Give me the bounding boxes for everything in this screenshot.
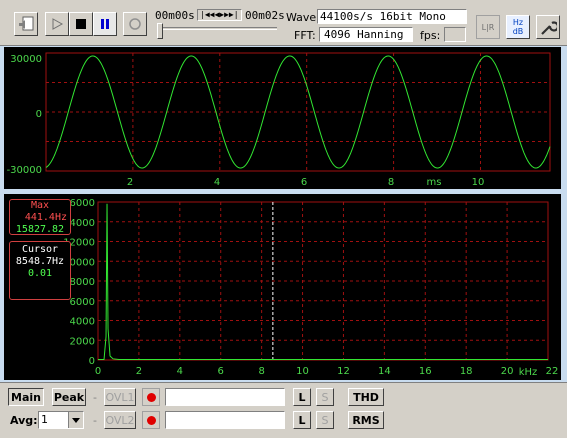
fft-xtick-16: 16: [419, 366, 432, 377]
max-title: Max: [30, 200, 50, 211]
s-button-2[interactable]: S: [316, 411, 334, 429]
cursor-title: Cursor: [21, 244, 59, 255]
fft-ytick-4000: 4000: [70, 317, 95, 328]
waveform-grid: [46, 53, 550, 171]
fft-xtick-12: 12: [337, 366, 350, 377]
time-end: 00m02s: [245, 9, 285, 22]
channel-lr-button[interactable]: L|R: [476, 15, 500, 39]
overlay-field-2[interactable]: [165, 411, 285, 429]
wave-xtick-8: 8: [388, 177, 394, 188]
thd-button[interactable]: THD: [348, 388, 384, 406]
l-button-2[interactable]: L: [293, 411, 311, 429]
fft-xtick-18: 18: [460, 366, 473, 377]
spectrum-plot: 1600014000120001000080006000400020000 02…: [63, 198, 559, 378]
dash-separator-1: -: [93, 391, 97, 404]
lr-icon: L|R: [481, 22, 495, 32]
cursor-frequency: 8548.7Hz: [15, 256, 65, 267]
cursor-readout: Cursor 8548.7Hz 0.01: [9, 241, 71, 300]
peak-button[interactable]: Peak: [52, 388, 86, 406]
wave-ytick-30000: 30000: [10, 54, 42, 65]
chevron-down-icon[interactable]: [68, 412, 83, 428]
stop-button[interactable]: [69, 12, 93, 36]
fft-ytick-6000: 6000: [70, 297, 95, 308]
spectrum-x-axis: 0 2 4 6 8 10 12 14 16 18 20 22: [95, 366, 559, 377]
tools-button[interactable]: [536, 15, 560, 39]
wave-xtick-6: 6: [301, 177, 307, 188]
spectrum-grid: [98, 202, 548, 360]
play-icon: [52, 18, 64, 30]
fft-xtick-14: 14: [378, 366, 391, 377]
waveform-plot: 30000 0 -30000 2 4 6 8 ms 10: [7, 52, 551, 188]
rms-button[interactable]: RMS: [348, 411, 384, 429]
position-slider-thumb[interactable]: [157, 23, 163, 39]
seek-buttons[interactable]: |◀◀◀▶▶▶|: [197, 9, 242, 21]
loop-icon: [129, 18, 141, 30]
pause-icon: [101, 19, 109, 29]
fft-xtick-22: 22: [546, 366, 559, 377]
wave-ytick-0: 0: [36, 109, 42, 120]
fft-x-unit: kHz: [519, 367, 538, 378]
cursor-value: 0.01: [27, 268, 53, 279]
hz-label: Hz: [512, 18, 524, 27]
overlay-field-1[interactable]: [165, 388, 285, 406]
wave-label: Wave:: [286, 11, 320, 24]
fft-ytick-8000: 8000: [70, 277, 95, 288]
fft-xtick-10: 10: [296, 366, 309, 377]
wave-ytick-minus30000: -30000: [7, 165, 42, 176]
file-sound-icon: [19, 16, 34, 31]
fft-format-field: 4096 Hanning: [319, 27, 413, 42]
time-start: 00m00s: [155, 9, 195, 22]
wrench-icon: [541, 21, 557, 35]
wave-format-field: 44100s/s 16bit Mono: [317, 9, 467, 24]
max-value: 15827.82: [15, 224, 65, 235]
spectrum-scope[interactable]: 16000 14000 12000 10000 8000 6000 4000 2000 0 02…: [4, 194, 561, 380]
l-button-1[interactable]: L: [293, 388, 311, 406]
fft-xtick-2: 2: [136, 366, 142, 377]
ovl2-button[interactable]: OVL2: [104, 411, 136, 429]
fft-xtick-20: 20: [501, 366, 514, 377]
fft-xtick-4: 4: [177, 366, 183, 377]
avg-select[interactable]: 1: [38, 411, 84, 429]
pause-button[interactable]: [93, 12, 117, 36]
stop-icon: [76, 19, 86, 29]
wave-xtick-10: 10: [472, 177, 485, 188]
wave-x-unit: ms: [427, 177, 442, 188]
toolbar: 00m00s |◀◀◀▶▶▶| 00m02s Wave: 44100s/s 16…: [0, 0, 567, 46]
max-frequency: 441.4Hz: [24, 212, 67, 223]
fft-xtick-0: 0: [95, 366, 101, 377]
hz-db-toggle[interactable]: Hz dB: [506, 15, 530, 39]
record-button-1[interactable]: [142, 388, 160, 406]
ovl1-button[interactable]: OVL1: [104, 388, 136, 406]
loop-button[interactable]: [123, 12, 147, 36]
avg-label: Avg:: [10, 414, 38, 427]
play-button[interactable]: [45, 12, 69, 36]
fft-xtick-6: 6: [218, 366, 224, 377]
fps-label: fps:: [420, 29, 441, 42]
waveform-scope[interactable]: 30000 0 -30000 2 4 6 8 ms 10: [4, 47, 561, 189]
position-slider-track[interactable]: [157, 27, 277, 30]
s-button-1[interactable]: S: [316, 388, 334, 406]
fft-xtick-8: 8: [258, 366, 264, 377]
record-button-2[interactable]: [142, 411, 160, 429]
avg-select-value: 1: [41, 413, 48, 426]
main-button[interactable]: Main: [8, 388, 44, 406]
bottom-panel: Main Peak - OVL1 L S THD Avg: 1 - OVL2 L…: [0, 382, 567, 438]
spectrum-trace: [98, 203, 548, 360]
db-label: dB: [512, 27, 524, 36]
max-readout: Max 441.4Hz 15827.82: [9, 199, 71, 235]
dash-separator-2: -: [93, 414, 97, 427]
file-open-button[interactable]: [14, 12, 38, 36]
wave-xtick-4: 4: [214, 177, 220, 188]
fps-field: [444, 27, 466, 42]
wave-xtick-2: 2: [127, 177, 133, 188]
fft-label: FFT:: [294, 29, 316, 42]
fft-ytick-2000: 2000: [70, 336, 95, 347]
